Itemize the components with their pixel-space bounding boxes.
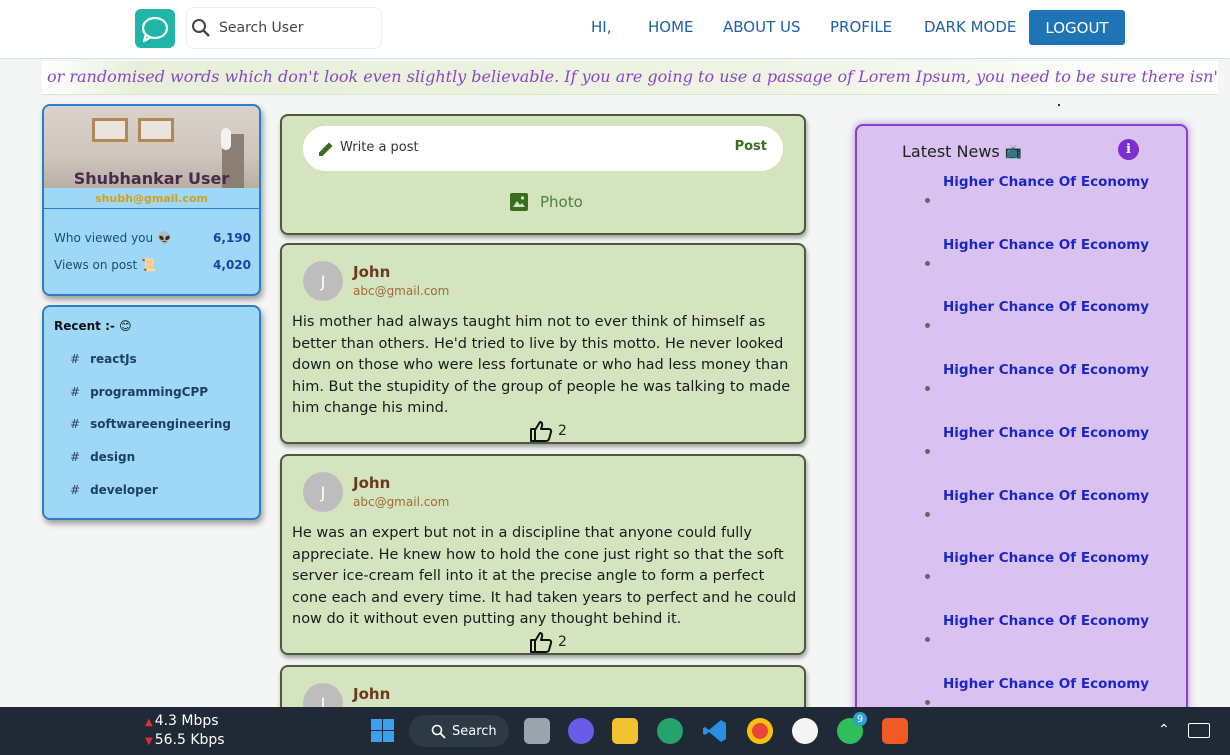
teams-chat-icon[interactable] — [568, 718, 594, 744]
greeting-text: HI, — [591, 18, 612, 36]
post-button[interactable]: Post — [735, 139, 767, 154]
search-icon — [192, 19, 210, 37]
write-post-input[interactable]: Write a post Post — [303, 126, 783, 171]
post-body: His mother had always taught him not to … — [292, 314, 791, 416]
like-button[interactable]: 2 — [529, 420, 567, 442]
task-view-icon[interactable] — [524, 718, 550, 744]
news-bullet — [925, 198, 930, 203]
whatsapp-badge: 9 — [853, 712, 867, 726]
recent-card: Recent :- 😊 # reactJs # programmingCPP # so… — [42, 305, 261, 520]
news-item[interactable]: Higher Chance Of Economy — [943, 425, 1149, 441]
post-author-email: abc@gmail.com — [353, 284, 450, 298]
write-post-placeholder: Write a post — [340, 140, 419, 155]
news-item[interactable]: Higher Chance Of Economy — [943, 362, 1149, 378]
news-item[interactable]: Higher Chance Of Economy — [943, 550, 1149, 566]
logout-button[interactable]: LOGOUT — [1029, 10, 1125, 45]
post-composer: Write a post Post Photo — [280, 114, 806, 235]
post-author[interactable]: John — [353, 263, 390, 281]
recent-tag[interactable]: # reactJs — [70, 352, 137, 366]
file-explorer-icon[interactable] — [612, 718, 638, 744]
profile-email: shubh@gmail.com — [95, 192, 208, 205]
writer-icon[interactable] — [792, 718, 818, 744]
nav-about-us[interactable]: ABOUT US — [723, 18, 801, 36]
post-card: J John abc@gmail.com He was an expert bu… — [280, 454, 806, 655]
post-author[interactable]: John — [353, 474, 390, 492]
stat-value-viewed: 6,190 — [213, 231, 251, 245]
nav-profile[interactable]: PROFILE — [830, 18, 892, 36]
latest-news-panel: Latest News 📺 i Higher Chance Of Economy… — [855, 124, 1188, 728]
stat-label-viewed: Who viewed you 👽 — [54, 231, 172, 245]
profile-name[interactable]: Shubhankar User — [44, 169, 259, 188]
cover-vase — [221, 128, 231, 150]
news-bullet — [925, 511, 930, 517]
dark-mode-toggle[interactable]: DARK MODE — [924, 18, 1016, 36]
info-icon[interactable]: i — [1118, 139, 1139, 160]
news-bullet — [925, 448, 930, 454]
post-author-email: abc@gmail.com — [353, 495, 450, 509]
like-count: 2 — [558, 423, 567, 439]
news-title: Latest News 📺 — [902, 142, 1023, 161]
tv-icon: 📺 — [1004, 143, 1023, 160]
marquee-text: or randomised words which don't look eve… — [47, 67, 1218, 86]
windows-start-icon[interactable] — [371, 719, 394, 742]
news-bullet — [925, 323, 930, 329]
thumbs-up-icon — [530, 632, 553, 653]
chevron-up-icon[interactable]: ⌃ — [1158, 722, 1170, 738]
keyboard-icon[interactable] — [1188, 723, 1210, 738]
edge-browser-icon[interactable] — [657, 718, 683, 744]
news-item[interactable]: Higher Chance Of Economy — [943, 174, 1149, 190]
search-input[interactable] — [217, 19, 381, 37]
like-count: 2 — [558, 634, 567, 650]
news-bullet — [925, 636, 930, 642]
news-item[interactable]: Higher Chance Of Economy — [943, 613, 1149, 629]
recent-tag[interactable]: # design — [70, 450, 135, 464]
chat-logo-icon[interactable] — [135, 9, 175, 48]
chrome-icon[interactable] — [747, 718, 773, 744]
taskbar: ▲ 4.3 Mbps ▼ 56.5 Kbps Search 9 ⌃ — [0, 707, 1230, 755]
avatar[interactable]: J — [303, 261, 343, 301]
news-item[interactable]: Higher Chance Of Economy — [943, 237, 1149, 253]
brave-icon[interactable] — [882, 718, 908, 744]
vscode-icon[interactable] — [702, 718, 728, 744]
photo-label: Photo — [540, 193, 583, 211]
like-button[interactable]: 2 — [529, 631, 567, 653]
news-bullet — [925, 699, 930, 705]
photo-button[interactable]: Photo — [510, 193, 583, 211]
news-bullet — [925, 574, 930, 580]
stat-label-views: Views on post 📜 — [54, 258, 157, 272]
whatsapp-icon[interactable]: 9 — [837, 712, 867, 744]
upload-speed: ▲ 4.3 Mbps — [145, 713, 219, 729]
stat-value-views: 4,020 — [213, 258, 251, 272]
recent-tag[interactable]: # softwareengineering — [70, 417, 231, 431]
post-body: He was an expert but not in a discipline… — [292, 525, 797, 627]
news-item[interactable]: Higher Chance Of Economy — [943, 299, 1149, 315]
post-card: J John abc@gmail.com His mother had alwa… — [280, 243, 806, 444]
search-box — [187, 8, 381, 48]
news-item[interactable]: Higher Chance Of Economy — [943, 676, 1149, 692]
marquee-banner: or randomised words which don't look eve… — [42, 61, 1218, 95]
profile-divider — [44, 208, 259, 209]
search-icon — [431, 724, 446, 739]
download-speed: ▼ 56.5 Kbps — [145, 732, 225, 748]
avatar[interactable]: J — [303, 472, 343, 512]
recent-tag[interactable]: # programmingCPP — [70, 385, 208, 399]
recent-tag[interactable]: # developer — [70, 483, 158, 497]
pencil-icon — [319, 142, 333, 156]
stray-dot — [1058, 104, 1060, 106]
news-bullet — [925, 260, 930, 266]
taskbar-search-label: Search — [452, 723, 497, 739]
cover-frame-right — [138, 118, 174, 142]
profile-card: Shubhankar User shubh@gmail.com Who view… — [42, 104, 261, 296]
nav-home[interactable]: HOME — [648, 18, 694, 36]
post-author[interactable]: John — [353, 685, 390, 703]
navbar: HI, HOME ABOUT US PROFILE DARK MODE LOGO… — [0, 0, 1230, 59]
taskbar-search[interactable]: Search — [409, 715, 509, 747]
cover-frame-left — [92, 118, 128, 142]
image-icon — [510, 193, 528, 211]
news-item[interactable]: Higher Chance Of Economy — [943, 488, 1149, 504]
recent-title: Recent :- 😊 — [54, 319, 132, 333]
news-bullet — [925, 386, 930, 392]
thumbs-up-icon — [530, 421, 553, 442]
